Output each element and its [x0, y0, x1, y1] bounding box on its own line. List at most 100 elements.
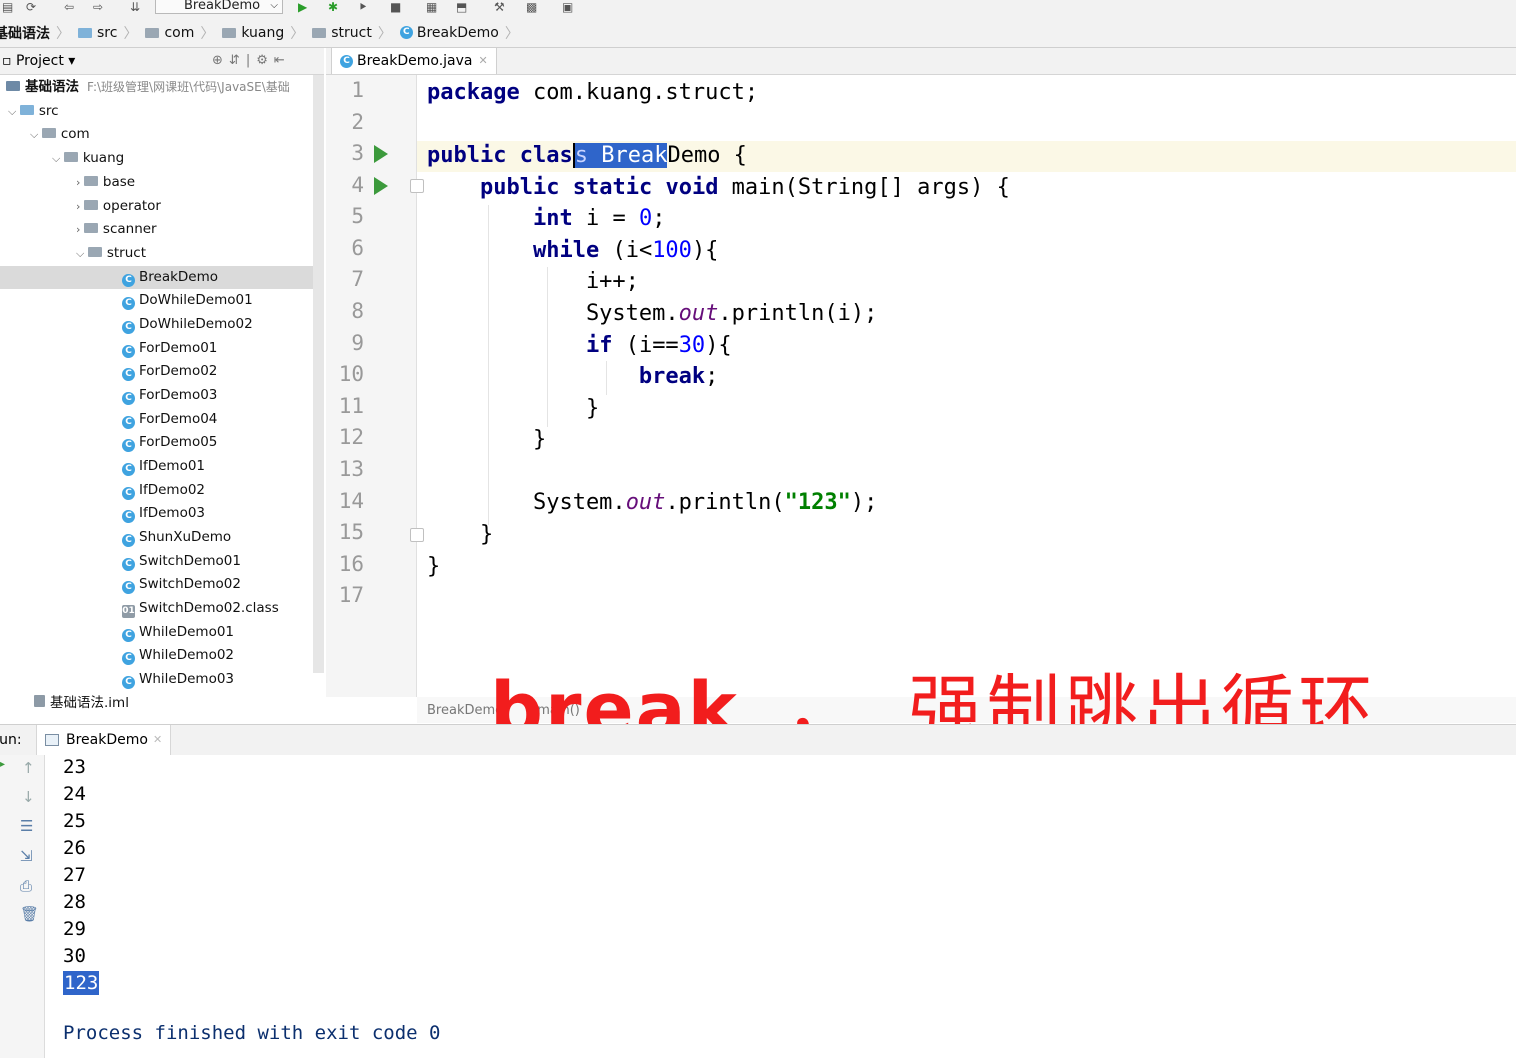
- run-tab-breakdemo[interactable]: BreakDemo ✕: [36, 725, 172, 755]
- run-toolbar: ↑ ↓ ☰ ⇲ ⎙ 🗑 ▸: [0, 755, 45, 1058]
- tree-file-breakdemo[interactable]: C BreakDemo: [0, 266, 324, 289]
- console-line: 29: [63, 918, 86, 940]
- settings-icon[interactable]: ⚒: [494, 0, 505, 14]
- class-icon: C: [340, 54, 353, 68]
- arrow-down-icon[interactable]: ↓: [22, 788, 35, 806]
- chevron-down-icon[interactable]: ⌵: [76, 247, 88, 260]
- crumb-class[interactable]: C BreakDemo 〉: [396, 23, 523, 43]
- sdk-icon[interactable]: ⬒: [456, 0, 467, 14]
- crumb-kuang[interactable]: kuang 〉: [218, 23, 308, 43]
- collapse-icon[interactable]: ⇵: [229, 53, 246, 68]
- tree-file[interactable]: C ShunXuDemo: [122, 526, 231, 549]
- class-icon: C: [122, 463, 135, 476]
- tree-file-label: BreakDemo: [139, 269, 219, 285]
- code-line: }: [427, 522, 494, 547]
- tree-node-base[interactable]: › base: [76, 171, 135, 194]
- vcs-icon[interactable]: ▣: [562, 0, 573, 14]
- tree-file-iml[interactable]: 基础语法.iml: [34, 692, 129, 715]
- print-icon[interactable]: ⎙: [20, 877, 32, 895]
- trash-icon[interactable]: 🗑: [20, 905, 39, 923]
- process-exit-message: Process finished with exit code 0: [63, 1022, 441, 1044]
- tree-file[interactable]: C WhileDemo01: [122, 621, 234, 644]
- tree-file[interactable]: C ForDemo03: [122, 384, 217, 407]
- chevron-right-icon[interactable]: ›: [76, 176, 84, 189]
- tree-node-scanner[interactable]: › scanner: [76, 218, 157, 241]
- chevron-down-icon: ⌵: [270, 0, 278, 11]
- class-icon: C: [122, 487, 135, 500]
- chevron-down-icon[interactable]: ⌵: [52, 152, 64, 165]
- run-main-icon[interactable]: [374, 177, 388, 195]
- save-icon[interactable]: ▤: [2, 0, 13, 14]
- tree-file[interactable]: C ForDemo02: [122, 360, 217, 383]
- project-tree-scrollbar[interactable]: [313, 75, 324, 673]
- crumb-src[interactable]: src 〉: [74, 23, 141, 43]
- tree-file[interactable]: C WhileDemo02: [122, 644, 234, 667]
- code-editor[interactable]: package com.kuang.struct; public class B…: [417, 75, 1516, 697]
- chevron-down-icon[interactable]: ⌵: [8, 105, 20, 118]
- crumb-struct[interactable]: struct 〉: [308, 23, 396, 43]
- locate-icon[interactable]: ⊕: [212, 53, 229, 68]
- sync-icon[interactable]: ⟳: [26, 0, 36, 14]
- tree-file[interactable]: C DoWhileDemo02: [122, 313, 253, 336]
- debug-icon[interactable]: ✱: [328, 0, 338, 14]
- tree-node-label: src: [38, 103, 59, 119]
- crumb-class-label: BreakDemo: [416, 24, 499, 41]
- run-class-icon[interactable]: [374, 145, 388, 163]
- class-icon: C: [122, 274, 135, 287]
- tree-node-kuang[interactable]: ⌵ kuang: [52, 147, 124, 170]
- rerun-icon[interactable]: ▸: [0, 759, 5, 770]
- tree-file[interactable]: C IfDemo01: [122, 455, 205, 478]
- tree-node-operator[interactable]: › operator: [76, 195, 161, 218]
- tree-file-label: DoWhileDemo02: [139, 316, 253, 332]
- run-icon[interactable]: ▶: [298, 0, 307, 14]
- console-line: 23: [63, 756, 86, 778]
- tree-file[interactable]: C ForDemo01: [122, 337, 217, 360]
- back-icon[interactable]: ⇦: [64, 0, 74, 14]
- class-icon: C: [122, 321, 135, 334]
- coverage-icon[interactable]: ⯈: [358, 0, 368, 14]
- gear-icon[interactable]: ⚙: [256, 53, 274, 68]
- chevron-right-icon[interactable]: ›: [76, 223, 84, 236]
- tree-root-module[interactable]: 基础语法 F:\班级管理\网课班\代码\JavaSE\基础: [6, 76, 290, 99]
- tree-node-struct[interactable]: ⌵ struct: [76, 242, 146, 265]
- tree-node-com[interactable]: ⌵ com: [30, 123, 90, 146]
- close-icon[interactable]: ✕: [153, 725, 162, 755]
- class-icon: C: [122, 392, 135, 405]
- scroll-to-end-icon[interactable]: ⇲: [20, 847, 33, 865]
- tree-file[interactable]: C DoWhileDemo01: [122, 289, 253, 312]
- soft-wrap-icon[interactable]: ☰: [20, 817, 33, 835]
- code-line: if (i==30){: [585, 333, 732, 358]
- forward-icon[interactable]: ⇨: [93, 0, 103, 14]
- console-output[interactable]: 23 24 25 26 27 28 29 30 123: [45, 755, 1516, 1058]
- line-number: 15: [338, 520, 364, 544]
- hide-icon[interactable]: ⇤: [274, 53, 291, 68]
- run-config-select[interactable]: BreakDemo ⌵: [155, 0, 283, 14]
- stop-icon[interactable]: ■: [390, 0, 401, 14]
- crumb-module[interactable]: 基础语法〉: [0, 23, 74, 43]
- tree-file-class[interactable]: 01 SwitchDemo02.class: [122, 597, 279, 620]
- project-structure-icon[interactable]: ▦: [426, 0, 437, 14]
- tree-file[interactable]: C WhileDemo03: [122, 668, 234, 691]
- crumb-struct-label: struct: [331, 24, 372, 41]
- tree-file[interactable]: C ForDemo04: [122, 408, 217, 431]
- editor-tab-bar: C BreakDemo.java ✕: [326, 48, 1516, 75]
- tree-file[interactable]: C IfDemo03: [122, 502, 205, 525]
- line-number: 13: [338, 457, 364, 481]
- tab-breakdemo-java[interactable]: C BreakDemo.java ✕: [331, 48, 497, 74]
- tree-file[interactable]: C SwitchDemo01: [122, 550, 241, 573]
- arrow-up-icon[interactable]: ↑: [22, 759, 35, 777]
- build-icon[interactable]: ⇊: [130, 0, 140, 14]
- code-line: public class BreakDemo {: [427, 143, 747, 168]
- layout-icon[interactable]: ▩: [526, 0, 537, 14]
- tree-node-src[interactable]: ⌵ src: [8, 100, 59, 123]
- chevron-down-icon[interactable]: ⌵: [30, 128, 42, 141]
- close-icon[interactable]: ✕: [479, 48, 488, 74]
- line-number: 5: [351, 204, 364, 228]
- tree-file[interactable]: C ForDemo05: [122, 431, 217, 454]
- project-view-selector[interactable]: ▫ Project ▾: [2, 48, 75, 74]
- chevron-right-icon[interactable]: ›: [76, 200, 84, 213]
- crumb-com[interactable]: com 〉: [141, 23, 218, 43]
- class-icon: C: [122, 652, 135, 665]
- tree-file[interactable]: C IfDemo02: [122, 479, 205, 502]
- tree-file[interactable]: C SwitchDemo02: [122, 573, 241, 596]
